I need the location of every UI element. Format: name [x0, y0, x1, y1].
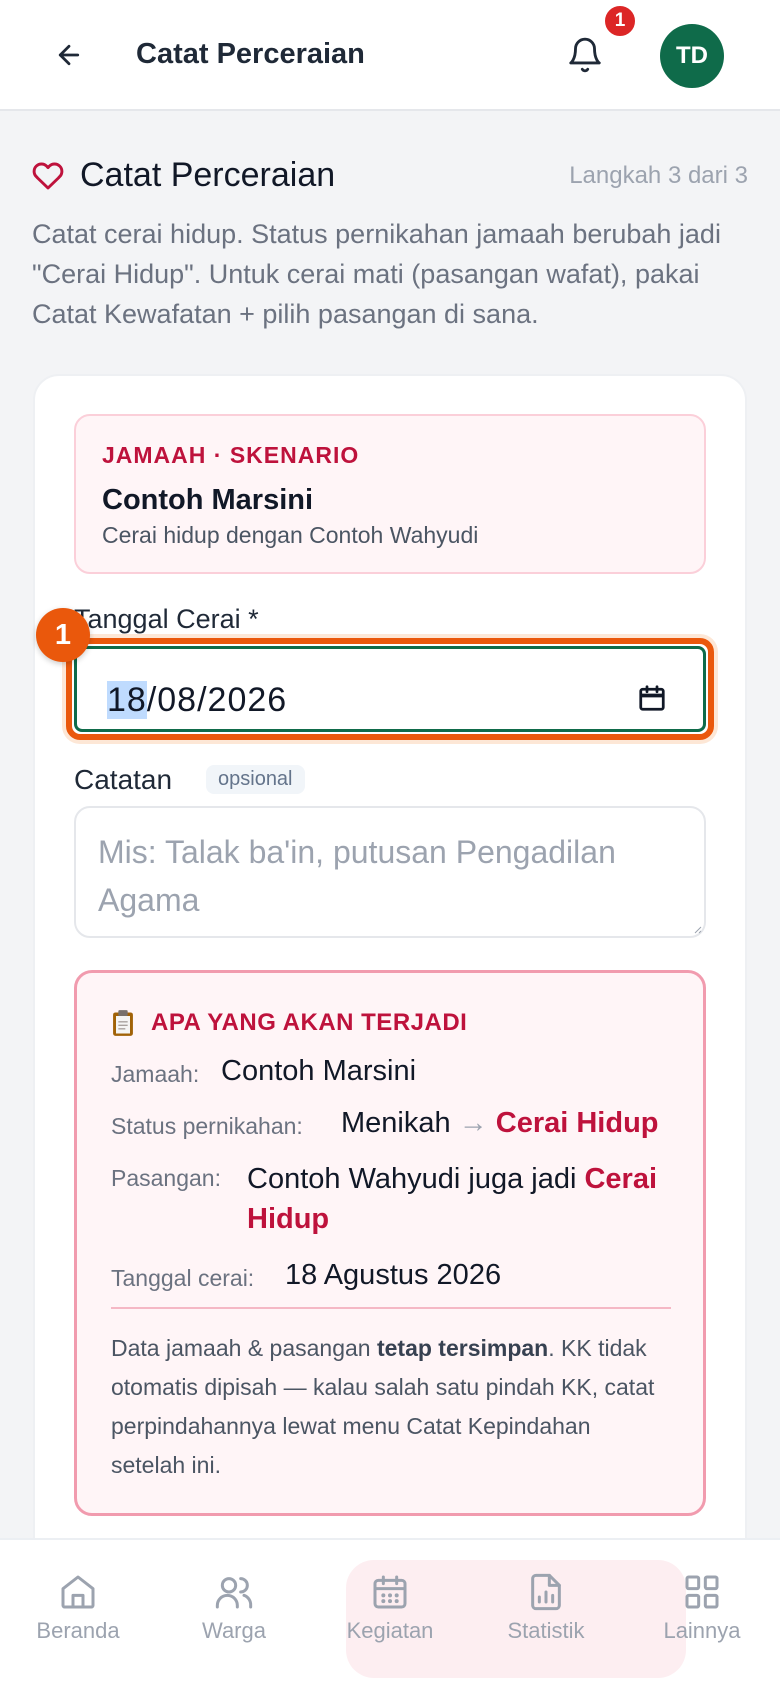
outcome-row-date: Tanggal cerai: 18 Agustus 2026	[111, 1259, 501, 1292]
date-field-label: Tanggal Cerai *	[74, 604, 259, 634]
scenario-description: Cerai hidup dengan Contoh Wahyudi	[102, 522, 479, 548]
divorce-date-value: 18 Agustus 2026	[285, 1259, 502, 1291]
outcome-row-partner: Pasangan: Contoh Wahyudi juga jadi Cerai…	[111, 1163, 671, 1255]
resize-handle-icon[interactable]	[694, 926, 702, 934]
user-avatar[interactable]: TD	[660, 24, 724, 88]
jamaah-value: Contoh Marsini	[221, 1055, 417, 1087]
top-app-bar: Catat Perceraian 1 TD	[0, 0, 780, 111]
divorce-date-label: Tanggal cerai:	[111, 1265, 255, 1291]
bottom-navigation: Beranda Warga Kegiatan Statistik Lainnya	[0, 1538, 780, 1688]
heart-icon	[32, 162, 64, 190]
chart-icon	[531, 1573, 561, 1611]
date-month-year-segment[interactable]: /08/2026	[147, 681, 287, 719]
section-title: Catat Perceraian	[80, 156, 336, 194]
outcome-row-status: Status pernikahan: Menikah → Cerai Hidup	[111, 1107, 659, 1140]
status-to: Cerai Hidup	[495, 1107, 659, 1139]
status-label: Status pernikahan:	[111, 1113, 303, 1139]
note-bold: tetap tersimpan	[376, 1335, 549, 1361]
divorce-date-input[interactable]: 18/08/2026	[66, 638, 714, 740]
nav-item-lainnya[interactable]: Lainnya	[632, 1572, 772, 1656]
date-day-segment[interactable]: 18	[107, 681, 147, 719]
outcome-title: APA YANG AKAN TERJADI	[151, 1009, 468, 1036]
clipboard-icon	[113, 1010, 133, 1036]
status-change: Menikah → Cerai Hidup	[341, 1107, 659, 1140]
partner-status-1: Cerai	[584, 1163, 658, 1195]
notes-textarea[interactable]: Mis: Talak ba'in, putusan Pengadilan Aga…	[74, 806, 706, 938]
date-value: 18/08/2026	[107, 681, 287, 720]
outcome-summary: APA YANG AKAN TERJADI Jamaah: Contoh Mar…	[74, 970, 706, 1516]
back-button[interactable]	[44, 30, 94, 80]
nav-item-kegiatan[interactable]: Kegiatan	[320, 1572, 460, 1656]
nav-label-lainnya: Lainnya	[663, 1618, 741, 1643]
outcome-divider	[111, 1307, 671, 1309]
nav-label-kegiatan: Kegiatan	[346, 1618, 434, 1643]
step-indicator: Langkah 3 dari 3	[569, 162, 748, 189]
page-title: Catat Perceraian	[136, 38, 365, 70]
scenario-label: JAMAAH · SKENARIO	[102, 442, 360, 468]
scenario-box: JAMAAH · SKENARIO Contoh Marsini Cerai h…	[74, 414, 706, 574]
arrow-right-icon: →	[458, 1107, 488, 1139]
step-marker: 1	[36, 608, 90, 662]
users-icon	[215, 1577, 253, 1609]
notes-placeholder: Mis: Talak ba'in, putusan Pengadilan Aga…	[98, 834, 616, 918]
nav-label-warga: Warga	[202, 1618, 266, 1643]
status-from: Menikah	[341, 1107, 451, 1139]
calendar-icon	[373, 1575, 407, 1609]
optional-chip: opsional	[206, 765, 305, 794]
section-header: Catat Perceraian Langkah 3 dari 3	[32, 150, 748, 202]
nav-item-warga[interactable]: Warga	[164, 1572, 304, 1656]
notes-field-label: Catatan	[74, 764, 173, 795]
outcome-note: Data jamaah & pasangan tetap tersimpan. …	[111, 1329, 671, 1485]
date-input-inner: 18/08/2026	[74, 646, 706, 732]
nav-item-statistik[interactable]: Statistik	[476, 1572, 616, 1656]
note-part-1: Data jamaah & pasangan	[111, 1335, 377, 1361]
nav-label-beranda: Beranda	[36, 1618, 120, 1643]
outcome-header: APA YANG AKAN TERJADI	[111, 1009, 467, 1037]
partner-status-2: Hidup	[247, 1203, 330, 1235]
notification-badge: 1	[603, 4, 637, 38]
partner-text: Contoh Wahyudi juga jadi	[247, 1163, 577, 1195]
nav-item-beranda[interactable]: Beranda	[8, 1572, 148, 1656]
jamaah-label: Jamaah:	[111, 1061, 200, 1087]
home-icon	[61, 1575, 95, 1609]
partner-label: Pasangan:	[111, 1165, 221, 1191]
grid-icon	[685, 1575, 719, 1609]
notifications-button[interactable]	[560, 30, 610, 80]
partner-value: Contoh Wahyudi juga jadi Cerai Hidup	[247, 1159, 667, 1239]
outcome-row-jamaah: Jamaah: Contoh Marsini	[111, 1055, 416, 1088]
scenario-name: Contoh Marsini	[102, 484, 314, 516]
nav-label-statistik: Statistik	[507, 1618, 585, 1643]
calendar-picker-icon[interactable]	[637, 683, 667, 713]
arrow-left-icon	[58, 44, 80, 66]
intro-text: Catat cerai hidup. Status pernikahan jam…	[32, 219, 721, 329]
bell-icon	[569, 37, 601, 73]
